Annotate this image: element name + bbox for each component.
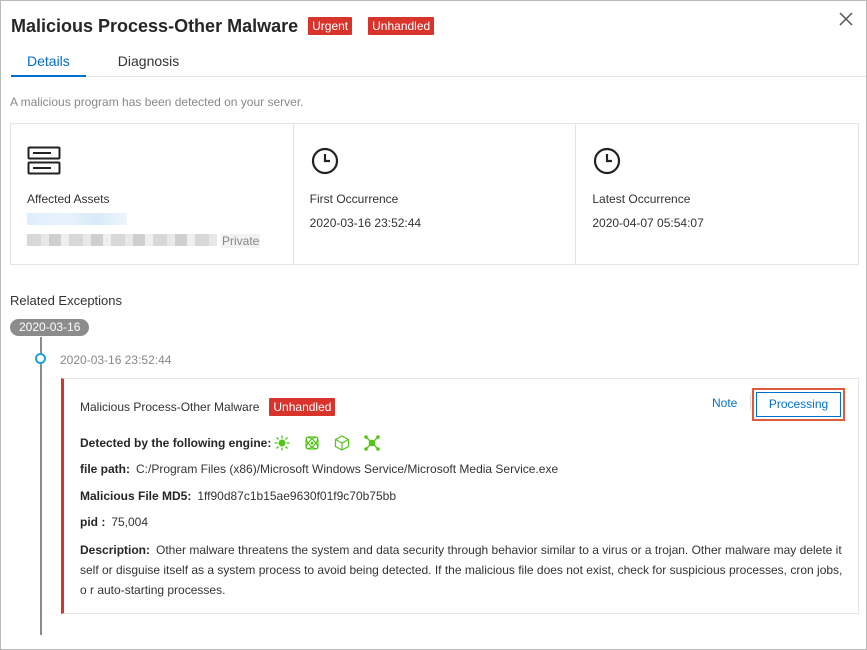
- alert-detail-dialog: Malicious Process-Other Malware Urgent U…: [0, 0, 867, 650]
- cube-engine-icon: [335, 435, 350, 451]
- pid-value: 75,004: [111, 515, 149, 529]
- affected-assets-label: Affected Assets: [27, 192, 110, 206]
- pid-label: pid :: [80, 515, 106, 529]
- exception-event-card: Malicious Process-Other Malware Unhandle…: [61, 378, 859, 614]
- virus-engine-icon: [274, 435, 290, 451]
- processing-button-highlight: Processing: [752, 388, 845, 421]
- atom-engine-icon: [305, 436, 319, 450]
- event-status-badge: Unhandled: [269, 398, 336, 416]
- server-icon: [27, 146, 61, 175]
- md5-row: Malicious File MD5: 1ff90d87c1b15ae9630f0…: [80, 489, 396, 503]
- clock-icon: [594, 147, 621, 175]
- timeline-dot: [35, 353, 46, 364]
- description-row: Description: Other malware threatens the …: [80, 540, 850, 600]
- redacted-asset-name: [27, 213, 127, 225]
- tab-details[interactable]: Details: [11, 47, 86, 77]
- unhandled-badge: Unhandled: [368, 17, 435, 35]
- description-label: Description:: [80, 543, 151, 557]
- redacted-asset-ip: [27, 234, 217, 246]
- file-path-label: file path:: [80, 462, 130, 476]
- timeline-line: [40, 337, 42, 635]
- first-occurrence-value: 2020-03-16 23:52:44: [309, 216, 422, 230]
- latest-occurrence-label: Latest Occurrence: [592, 192, 691, 206]
- pid-row: pid : 75,004: [80, 515, 148, 529]
- engine-label: Detected by the following engine:: [80, 436, 272, 450]
- network-engine-icon: [364, 435, 381, 451]
- dialog-title: Malicious Process-Other Malware: [11, 15, 299, 36]
- md5-label: Malicious File MD5:: [80, 489, 192, 503]
- timeline-date-pill: 2020-03-16: [10, 319, 90, 336]
- processing-button[interactable]: Processing: [756, 392, 841, 417]
- urgent-badge: Urgent: [308, 17, 353, 35]
- alert-description: A malicious program has been detected on…: [10, 95, 304, 109]
- private-tag: Private: [221, 234, 261, 248]
- event-title-row: Malicious Process-Other Malware Unhandle…: [80, 398, 336, 416]
- tab-diagnosis[interactable]: Diagnosis: [112, 47, 185, 77]
- tab-bar: Details Diagnosis: [11, 47, 866, 77]
- file-path-value: C:/Program Files (x86)/Microsoft Windows…: [136, 462, 559, 476]
- close-icon[interactable]: [838, 11, 854, 27]
- md5-value: 1ff90d87c1b15ae9630f01f9c70b75bb: [197, 489, 396, 503]
- related-exceptions-title: Related Exceptions: [10, 293, 123, 308]
- event-title: Malicious Process-Other Malware: [80, 400, 260, 414]
- summary-cards: Affected Assets Private First Occurrence…: [10, 123, 859, 265]
- dialog-header: Malicious Process-Other Malware Urgent U…: [11, 13, 450, 39]
- clock-icon: [311, 147, 338, 175]
- engine-row: Detected by the following engine:: [80, 434, 393, 452]
- latest-occurrence-value: 2020-04-07 05:54:07: [592, 216, 704, 230]
- first-occurrence-card: First Occurrence 2020-03-16 23:52:44: [294, 124, 577, 264]
- first-occurrence-label: First Occurrence: [309, 192, 399, 206]
- affected-assets-card: Affected Assets Private: [11, 124, 294, 264]
- action-divider: [750, 394, 751, 410]
- note-link[interactable]: Note: [712, 396, 737, 410]
- latest-occurrence-card: Latest Occurrence 2020-04-07 05:54:07: [576, 124, 858, 264]
- file-path-row: file path: C:/Program Files (x86)/Microso…: [80, 462, 558, 476]
- description-value: Other malware threatens the system and d…: [80, 543, 843, 597]
- timeline-timestamp: 2020-03-16 23:52:44: [60, 353, 172, 367]
